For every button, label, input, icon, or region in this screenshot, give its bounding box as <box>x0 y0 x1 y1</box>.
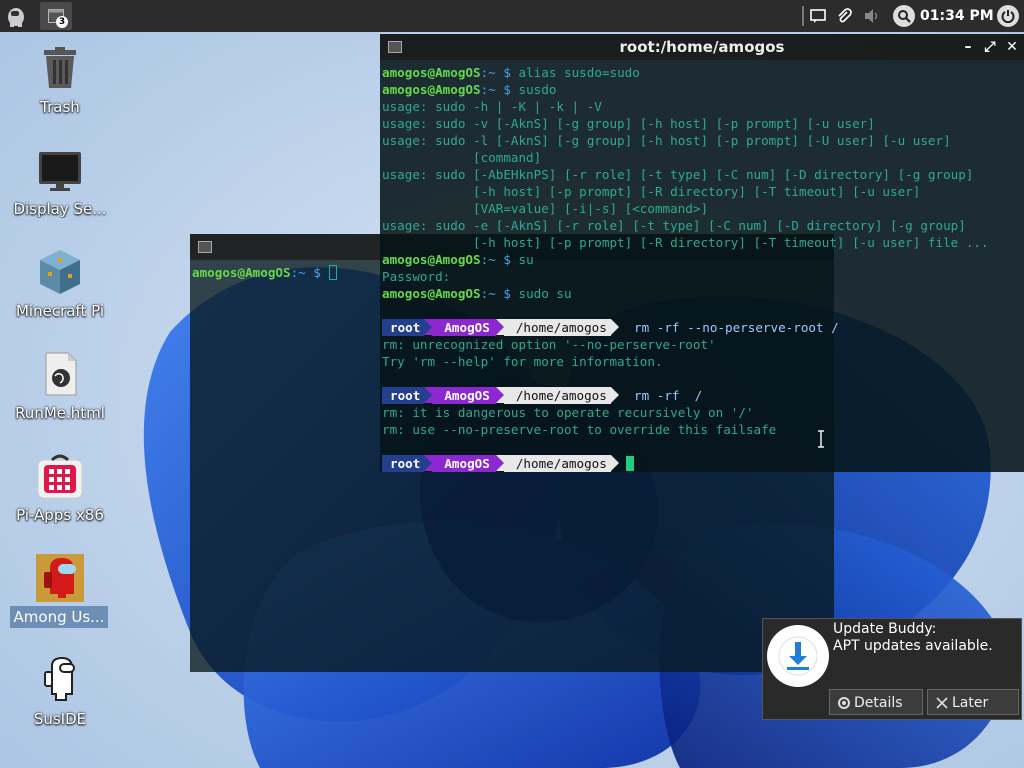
terminal-line: [VAR=value] [-i|-s] [<command>] <box>382 201 709 216</box>
desktop-icon-runme-html[interactable]: RunMe.html <box>0 346 120 442</box>
notification-body: APT updates available. <box>833 638 993 654</box>
minimize-button[interactable]: – <box>958 34 978 60</box>
sus-ide-icon <box>44 656 75 701</box>
power-icon[interactable] <box>997 5 1019 27</box>
window-count-badge: 3 <box>56 16 68 28</box>
close-icon <box>936 697 948 709</box>
desktop-icon-minecraft-pi[interactable]: Minecraft Pi <box>0 244 120 340</box>
terminal-line: usage: sudo -e [-AknS] [-r role] [-t typ… <box>382 218 966 233</box>
panel-clock[interactable]: 01:34 PM <box>920 0 994 32</box>
terminal-icon <box>388 41 402 53</box>
details-button[interactable]: Details <box>829 689 923 715</box>
terminal-line: [-h host] [-p prompt] [-R directory] [-T… <box>382 235 989 250</box>
terminal-window-front[interactable]: root:/home/amogos – ⤢ ✕ amogos@AmogOS:~ … <box>380 34 1024 472</box>
terminal-line: usage: sudo -v [-AknS] [-g group] [-h ho… <box>382 116 875 131</box>
terminal-line: [-h host] [-p prompt] [-R directory] [-T… <box>382 184 921 199</box>
terminal-line: usage: sudo [-AbEHknPS] [-r role] [-t ty… <box>382 167 974 182</box>
terminal-line: usage: sudo -l [-AknS] [-g group] [-h ho… <box>382 133 951 148</box>
window-title: root:/home/amogos <box>619 38 785 56</box>
terminal-icon <box>198 241 212 253</box>
desktop-icon-label: RunMe.html <box>15 404 105 422</box>
terminal-line: [command] <box>382 150 542 165</box>
desktop-icon-suside[interactable]: SusIDE <box>0 652 120 748</box>
desktop-icon-among-us[interactable]: Among Us... <box>0 550 120 646</box>
details-button-label: Details <box>854 695 903 711</box>
terminal-line: rm: use --no-preserve-root to override t… <box>382 422 777 437</box>
terminal-line: amogos@AmogOS:~ $ su <box>382 252 534 267</box>
terminal-line: usage: sudo -h | -K | -k | -V <box>382 99 602 114</box>
app-menu-button[interactable] <box>2 2 30 30</box>
among-us-icon <box>36 554 84 602</box>
monitor-icon <box>39 152 81 191</box>
maximize-button[interactable]: ⤢ <box>980 34 1000 60</box>
powerline-prompt: root AmogOS/home/amogos rm -rf --no-perse… <box>382 319 1022 336</box>
terminal-line: amogos@AmogOS:~ $ alias susdo=sudo <box>382 65 640 80</box>
terminal-line: rm: it is dangerous to operate recursive… <box>382 405 754 420</box>
minecraft-icon <box>40 250 80 294</box>
terminal-line: rm: unrecognized option '--no-perserve-r… <box>382 337 716 352</box>
terminal-line: Password: <box>382 269 451 284</box>
trash-icon <box>44 47 76 88</box>
terminal-line: amogos@AmogOS:~ $ susdo <box>382 82 557 97</box>
powerline-prompt: root AmogOS/home/amogos rm -rf / <box>382 387 1022 404</box>
desktop-icon-display-settings[interactable]: Display Se... <box>0 142 120 238</box>
chat-icon[interactable] <box>808 6 828 26</box>
gear-icon <box>838 697 850 709</box>
text-cursor <box>328 265 337 280</box>
desktop-icon-label: Display Se... <box>13 200 107 218</box>
top-panel: 3 01:34 PM <box>0 0 1024 32</box>
notification-title: Update Buddy: <box>833 621 937 637</box>
tray-separator <box>802 6 804 26</box>
search-icon[interactable] <box>893 5 915 27</box>
desktop-icon-label: Minecraft Pi <box>15 302 104 320</box>
volume-icon[interactable] <box>862 6 882 26</box>
pi-apps-icon <box>37 454 83 499</box>
later-button[interactable]: Later <box>927 689 1019 715</box>
download-icon <box>767 625 829 687</box>
amogus-menu-icon <box>8 8 24 27</box>
update-notification[interactable]: Update Buddy: APT updates available. Det… <box>762 618 1022 720</box>
taskbar-terminal-group[interactable]: 3 <box>40 2 72 30</box>
desktop-icon-trash[interactable]: Trash <box>0 40 120 136</box>
close-button[interactable]: ✕ <box>1002 34 1022 60</box>
text-cursor <box>626 456 635 471</box>
later-button-label: Later <box>952 695 989 711</box>
terminal-line: amogos@AmogOS:~ $ sudo su <box>382 286 572 301</box>
desktop-icon-label: Trash <box>40 98 80 116</box>
desktop-icon-label: Among Us... <box>10 606 108 628</box>
terminal-line: Try 'rm --help' for more information. <box>382 354 663 369</box>
powerline-prompt: root AmogOS/home/amogos <box>382 455 1022 472</box>
ibeam-cursor-icon <box>818 430 824 448</box>
desktop-icon-pi-apps[interactable]: Pi-Apps x86 <box>0 448 120 544</box>
paperclip-icon[interactable] <box>834 6 854 26</box>
terminal-output[interactable]: amogos@AmogOS:~ $ alias susdo=sudo amogo… <box>380 60 1024 472</box>
desktop-icon-label: Pi-Apps x86 <box>16 506 104 524</box>
html-file-icon <box>45 352 77 396</box>
desktop-icon-label: SusIDE <box>33 710 87 728</box>
terminal-titlebar[interactable]: root:/home/amogos – ⤢ ✕ <box>380 34 1024 60</box>
